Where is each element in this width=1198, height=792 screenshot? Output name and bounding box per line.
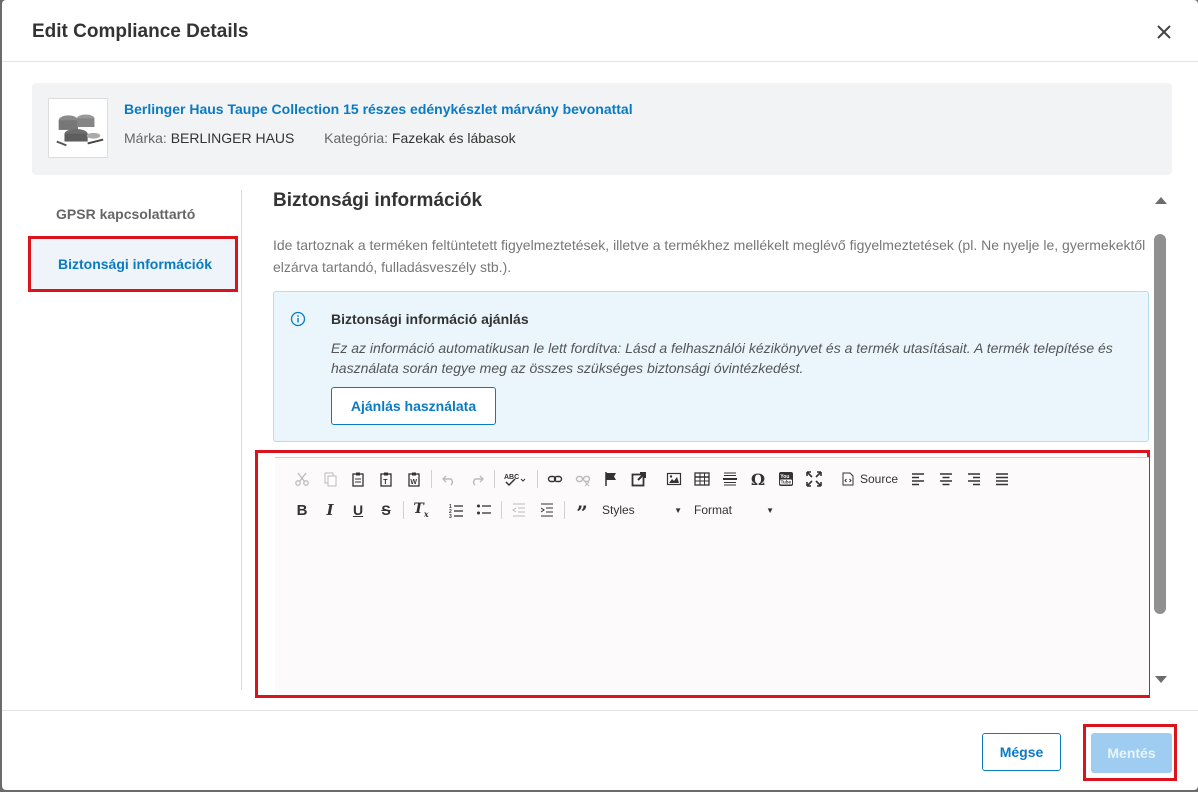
- horizontal-rule-icon[interactable]: [716, 468, 744, 490]
- unlink-icon[interactable]: [569, 468, 597, 490]
- section-title: Biztonsági információk: [273, 190, 483, 211]
- save-button-highlight: Mentés: [1083, 724, 1177, 781]
- chevron-down-icon: ▼: [674, 505, 682, 515]
- align-center-icon[interactable]: [932, 468, 960, 490]
- align-right-icon[interactable]: [960, 468, 988, 490]
- recommendation-text: Ez az információ automatikusan le lett f…: [331, 340, 1113, 376]
- paste-icon[interactable]: [344, 468, 372, 490]
- styles-dropdown[interactable]: Styles ▼: [596, 499, 688, 521]
- bold-icon[interactable]: B: [288, 499, 316, 521]
- product-thumbnail: [48, 98, 108, 158]
- cancel-button[interactable]: Mégse: [982, 733, 1061, 771]
- italic-icon[interactable]: I: [316, 499, 344, 521]
- editor-frame: T W ABC Ω You Tube Source B I U S Tx 1 2…: [275, 457, 1149, 695]
- spellcheck-icon[interactable]: ABC: [498, 468, 534, 490]
- source-label: Source: [860, 472, 899, 486]
- format-label: Format: [694, 503, 733, 517]
- product-meta: Márka: BERLINGER HAUS Kategória: Fazekak…: [124, 130, 516, 146]
- edit-compliance-dialog: Edit Compliance Details Berlinger Haus T…: [2, 0, 1198, 790]
- external-link-icon[interactable]: [625, 468, 653, 490]
- svg-text:T: T: [383, 479, 388, 486]
- rich-text-editor: T W ABC Ω You Tube Source B I U S Tx 1 2…: [255, 450, 1150, 698]
- product-card: Berlinger Haus Taupe Collection 15 része…: [32, 83, 1172, 175]
- save-button[interactable]: Mentés: [1091, 733, 1172, 773]
- category-label: Kategória:: [324, 130, 388, 146]
- editor-toolbar-row-2: B I U S Tx 123 ” Styles ▼ Format ▼: [288, 499, 780, 523]
- section-description: Ide tartoznak a terméken feltüntetett fi…: [273, 237, 1146, 275]
- dialog-header: Edit Compliance Details: [2, 0, 1198, 62]
- anchor-flag-icon[interactable]: [597, 468, 625, 490]
- chevron-down-icon: ▼: [766, 505, 774, 515]
- svg-text:W: W: [410, 479, 417, 486]
- source-icon: [842, 472, 854, 486]
- indent-icon[interactable]: [533, 499, 561, 521]
- dialog-title: Edit Compliance Details: [32, 21, 249, 42]
- product-title-link[interactable]: Berlinger Haus Taupe Collection 15 része…: [124, 101, 633, 117]
- table-icon[interactable]: [688, 468, 716, 490]
- remove-format-icon[interactable]: Tx: [407, 499, 435, 521]
- recommendation-title: Biztonsági információ ajánlás: [331, 311, 529, 327]
- cookware-image-icon: [56, 114, 104, 147]
- editor-toolbar-row-1: T W ABC Ω You Tube Source: [288, 468, 1016, 490]
- source-button[interactable]: Source: [835, 468, 904, 490]
- align-justify-icon[interactable]: [988, 468, 1016, 490]
- svg-text:ABC: ABC: [504, 474, 519, 481]
- main-content: Biztonsági információk Ide tartoznak a t…: [255, 190, 1151, 698]
- info-icon: [290, 311, 306, 327]
- use-recommendation-button[interactable]: Ajánlás használata: [331, 387, 496, 425]
- recommendation-box: Biztonsági információ ajánlás Ez az info…: [273, 291, 1149, 442]
- sidebar-item-gpsr-contact[interactable]: GPSR kapcsolattartó: [28, 186, 238, 242]
- scroll-up-arrow-icon[interactable]: [1153, 192, 1169, 208]
- sidebar-item-safety-info[interactable]: Biztonsági információk: [28, 236, 238, 292]
- sidebar: GPSR kapcsolattartó Biztonsági informáci…: [28, 190, 242, 690]
- category-value: Fazekak és lábasok: [391, 130, 516, 146]
- content-scrollbar[interactable]: [1152, 192, 1170, 688]
- underline-icon[interactable]: U: [344, 499, 372, 521]
- blockquote-icon[interactable]: ”: [568, 499, 596, 523]
- scrollbar-thumb[interactable]: [1154, 234, 1166, 614]
- maximize-icon[interactable]: [800, 468, 828, 490]
- brand-label: Márka:: [124, 130, 167, 146]
- styles-label: Styles: [602, 503, 635, 517]
- strikethrough-icon[interactable]: S: [372, 499, 400, 521]
- editor-content-area[interactable]: [275, 528, 1149, 696]
- numbered-list-icon[interactable]: 123: [442, 499, 470, 521]
- svg-text:Tube: Tube: [781, 480, 792, 485]
- svg-text:3: 3: [449, 514, 452, 518]
- image-icon[interactable]: [660, 468, 688, 490]
- scroll-down-arrow-icon[interactable]: [1153, 672, 1169, 688]
- link-icon[interactable]: [541, 468, 569, 490]
- youtube-icon[interactable]: You Tube: [772, 468, 800, 490]
- align-left-icon[interactable]: [904, 468, 932, 490]
- outdent-icon[interactable]: [505, 499, 533, 521]
- undo-icon[interactable]: [435, 468, 463, 490]
- brand-value: BERLINGER HAUS: [170, 130, 295, 146]
- paste-text-icon[interactable]: T: [372, 468, 400, 490]
- special-char-icon[interactable]: Ω: [744, 468, 772, 490]
- close-icon: [1157, 25, 1171, 39]
- format-dropdown[interactable]: Format ▼: [688, 499, 780, 521]
- paste-word-icon[interactable]: W: [400, 468, 428, 490]
- bullet-list-icon[interactable]: [470, 499, 498, 521]
- cut-icon[interactable]: [288, 468, 316, 490]
- close-button[interactable]: [1152, 20, 1176, 44]
- dialog-footer: Mégse Mentés: [2, 710, 1198, 790]
- copy-icon[interactable]: [316, 468, 344, 490]
- redo-icon[interactable]: [463, 468, 491, 490]
